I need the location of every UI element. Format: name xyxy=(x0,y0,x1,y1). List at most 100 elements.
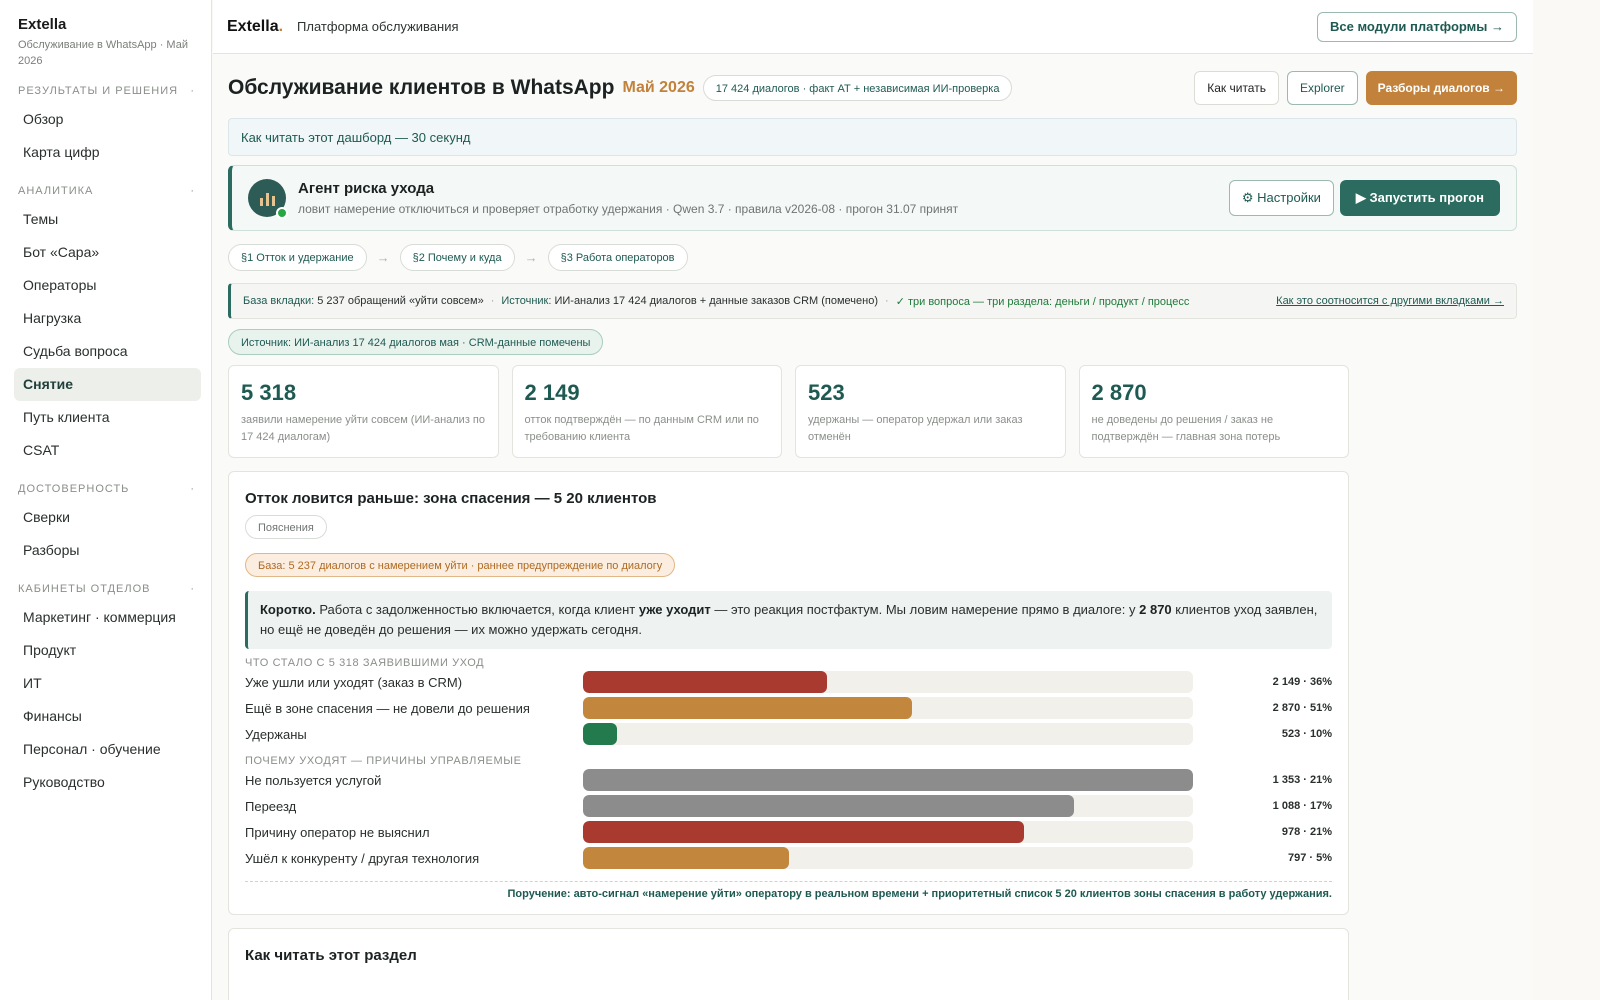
bar-track xyxy=(583,769,1193,791)
sidebar-item[interactable]: Судьба вопроса xyxy=(14,335,201,368)
period-label: Май 2026 xyxy=(622,79,695,96)
sidebar-item[interactable]: Сверки xyxy=(14,501,201,534)
card-title: Отток ловится раньше: зона спасения — 5 … xyxy=(245,490,657,507)
sidebar-item[interactable]: Продукт xyxy=(14,634,201,667)
status-dot-icon xyxy=(276,207,288,219)
base-info-row: База вкладки: 5 237 обращений «уйти совс… xyxy=(228,283,1517,319)
bar-value: 978 · 21% xyxy=(1281,826,1332,838)
sidebar-item[interactable]: Финансы xyxy=(14,700,201,733)
agent-title: Агент риска ухода xyxy=(298,180,435,197)
bar-value: 797 · 5% xyxy=(1287,852,1332,864)
bar-label: Ещё в зоне спасения — не довели до решен… xyxy=(245,700,530,716)
bar-track xyxy=(583,671,1193,693)
sidebar-item[interactable]: Темы xyxy=(14,203,201,236)
sidebar-section-title[interactable]: Кабинеты отделов · xyxy=(14,583,201,595)
bar-fill xyxy=(583,795,1075,817)
arrow-right-icon: → xyxy=(376,250,390,265)
sidebar-item[interactable]: CSAT xyxy=(14,434,201,467)
kpi-card: 2 149 отток подтверждён — по данным CRM и… xyxy=(511,365,782,458)
group-title: Что стало с 5 318 заявившими уход xyxy=(245,657,485,669)
bar-track xyxy=(583,821,1193,843)
collapse-dot-icon: · xyxy=(190,185,195,197)
bar-value: 2 870 · 51% xyxy=(1272,702,1332,714)
bar-label: Удержаны xyxy=(245,726,307,742)
topbar: Extella. Платформа обслуживания Все моду… xyxy=(213,0,1533,54)
rescue-zone-card: Отток ловится раньше: зона спасения — 5 … xyxy=(228,471,1349,915)
sidebar-item[interactable]: Обзор xyxy=(14,103,201,136)
run-button[interactable]: ▶ Запустить прогон xyxy=(1339,180,1500,216)
sidebar-nav: Результаты и решения · Обзор Карта цифр Анал… xyxy=(14,85,201,799)
sidebar-item[interactable]: Операторы xyxy=(14,269,201,302)
how-to-read-card: Как читать этот раздел xyxy=(228,928,1349,1000)
bar-row: Удержаны 523 · 10% xyxy=(245,721,1332,747)
bar-value: 1 088 · 17% xyxy=(1272,800,1332,812)
kpi-card: 523 удержаны — оператор удержал или заказ… xyxy=(795,365,1066,458)
sidebar-item[interactable]: Бот «Сара» xyxy=(14,236,201,269)
relation-link[interactable]: Как это соотносится с другими вкладками … xyxy=(1276,295,1504,307)
summary-note: Коротко. Работа с задолженностью включае… xyxy=(245,591,1332,649)
sidebar-item[interactable]: Руководство xyxy=(14,766,201,799)
sidebar-item[interactable]: Маркетинг · коммерция xyxy=(14,601,201,634)
base-label: База вкладки: xyxy=(243,295,315,307)
sidebar-section-title[interactable]: Аналитика · xyxy=(14,185,201,197)
page-title: Обслуживание клиентов в WhatsApp xyxy=(228,76,615,99)
bar-value: 523 · 10% xyxy=(1281,728,1332,740)
all-modules-button[interactable]: Все модули платформы → xyxy=(1317,11,1517,42)
step-churn[interactable]: §1 Отток и удержание xyxy=(228,244,367,271)
how-to-read-button[interactable]: Как читать xyxy=(1194,71,1279,105)
sidebar-item[interactable]: Карта цифр xyxy=(14,136,201,169)
page-header: Обслуживание клиентов в WhatsApp Май 202… xyxy=(228,70,1517,106)
platform-logo[interactable]: Extella. xyxy=(227,18,283,36)
order-note: Поручение: авто-сигнал «намерение уйти» … xyxy=(245,881,1332,900)
sidebar-brand: Extella xyxy=(18,16,67,33)
sidebar-item[interactable]: Разборы xyxy=(14,534,201,567)
agent-description: ловит намерение отключиться и проверяет … xyxy=(298,202,959,216)
bar-label: Причину оператор не выяснил xyxy=(245,824,430,840)
kpi-card: 5 318 заявили намерение уйти совсем (ИИ-а… xyxy=(228,365,499,458)
explorer-button[interactable]: Explorer xyxy=(1286,71,1358,105)
dialogs-count-pill: 17 424 диалогов · факт АТ + независимая … xyxy=(702,75,1013,101)
bar-row: Ушёл к конкуренту / другая технология 797… xyxy=(245,845,1332,871)
bar-row: Уже ушли или уходят (заказ в CRM) 2 149 ·… xyxy=(245,669,1332,695)
sidebar-item[interactable]: Путь клиента xyxy=(14,401,201,434)
sidebar-item[interactable]: Нагрузка xyxy=(14,302,201,335)
sidebar-subtitle: Обслуживание в WhatsApp · Май 2026 xyxy=(18,39,188,67)
settings-button[interactable]: ⚙ Настройки xyxy=(1228,180,1334,216)
sidebar-section-title[interactable]: Достоверность · xyxy=(14,483,201,495)
bar-fill xyxy=(583,697,913,719)
explanations-button[interactable]: Пояснения xyxy=(245,515,327,539)
reason-bars: Не пользуется услугой 1 353 · 21% Переезд 1… xyxy=(245,767,1332,871)
check-note: ✓ три вопроса — три раздела: деньги / пр… xyxy=(895,295,1190,308)
sidebar-item[interactable]: Снятие xyxy=(14,368,201,401)
step-why[interactable]: §2 Почему и куда xyxy=(399,244,515,271)
outcome-bars: Уже ушли или уходят (заказ в CRM) 2 149 ·… xyxy=(245,669,1332,747)
sidebar-item[interactable]: ИТ xyxy=(14,667,201,700)
base-warning-pill: База: 5 237 диалогов с намерением уйти ·… xyxy=(245,553,676,577)
card-title: Как читать этот раздел xyxy=(245,947,417,964)
arrow-right-icon: → xyxy=(524,250,538,265)
sidebar-section-title[interactable]: Результаты и решения · xyxy=(14,85,201,97)
bar-row: Ещё в зоне спасения — не довели до решен… xyxy=(245,695,1332,721)
bar-row: Не пользуется услугой 1 353 · 21% xyxy=(245,767,1332,793)
howto-banner[interactable]: Как читать этот дашборд — 30 секунд xyxy=(228,118,1517,156)
bar-value: 1 353 · 21% xyxy=(1272,774,1332,786)
bar-row: Причину оператор не выяснил 978 · 21% xyxy=(245,819,1332,845)
bar-track xyxy=(583,723,1193,745)
bar-label: Уже ушли или уходят (заказ в CRM) xyxy=(245,674,463,690)
platform-title: Платформа обслуживания xyxy=(297,19,459,34)
chart-icon xyxy=(248,179,288,219)
bar-label: Переезд xyxy=(245,798,297,814)
kpi-row: 5 318 заявили намерение уйти совсем (ИИ-а… xyxy=(228,365,1349,458)
step-operators[interactable]: §3 Работа операторов xyxy=(547,244,688,271)
bar-label: Не пользуется услугой xyxy=(245,772,382,788)
dialog-reviews-button[interactable]: Разборы диалогов → xyxy=(1365,71,1517,105)
bar-fill xyxy=(583,769,1193,791)
base-value: 5 237 обращений «уйти совсем» xyxy=(317,295,484,307)
bar-track xyxy=(583,697,1193,719)
bar-track xyxy=(583,847,1193,869)
sidebar-item[interactable]: Персонал · обучение xyxy=(14,733,201,766)
bar-row: Переезд 1 088 · 17% xyxy=(245,793,1332,819)
source-pill: Источник: ИИ-анализ 17 424 диалогов мая … xyxy=(228,329,604,355)
section-steps: §1 Отток и удержание → §2 Почему и куда … xyxy=(228,244,1517,271)
bar-label: Ушёл к конкуренту / другая технология xyxy=(245,850,480,866)
